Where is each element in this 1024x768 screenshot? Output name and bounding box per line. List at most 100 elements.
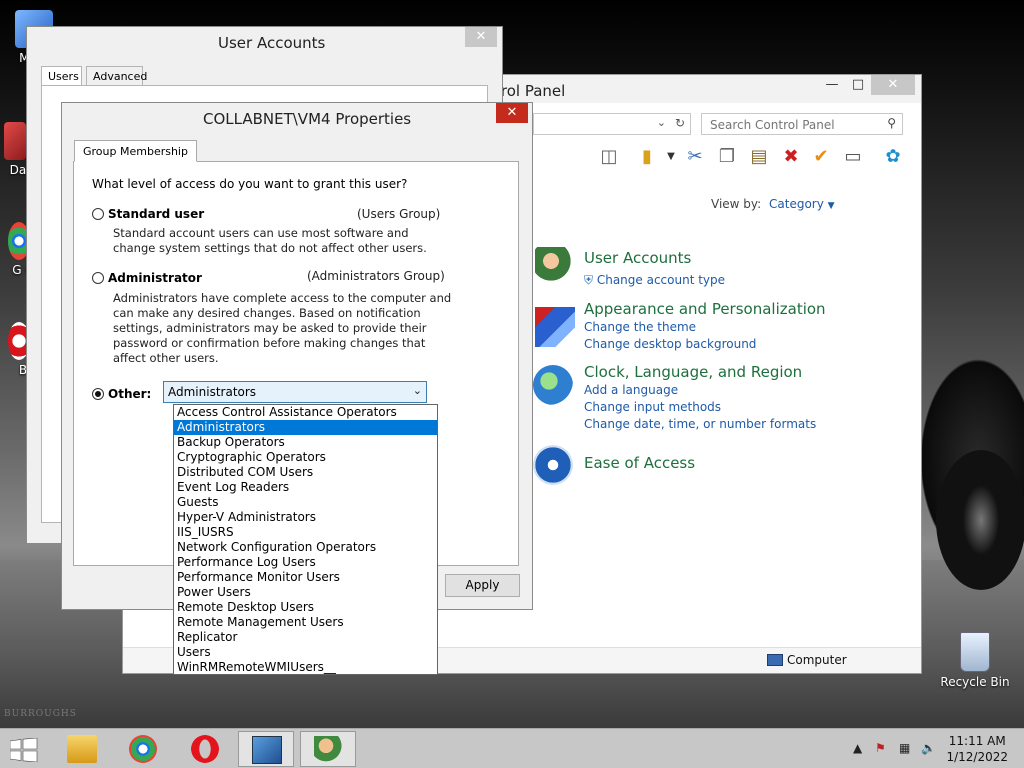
show-hidden-icons-icon[interactable]: ▲ <box>853 741 862 755</box>
refresh-icon[interactable]: ↻ <box>675 116 685 130</box>
administrator-group: (Administrators Group) <box>307 269 445 283</box>
link-change-date-time-formats[interactable]: Change date, time, or number formats <box>584 417 816 431</box>
dropdown-option[interactable]: Distributed COM Users <box>174 465 437 480</box>
chevron-down-icon[interactable]: ⌄ <box>413 384 422 397</box>
dropdown-option[interactable]: IIS_IUSRS <box>174 525 437 540</box>
search-icon[interactable]: ⚲ <box>887 116 896 130</box>
user-accounts-titlebar[interactable]: User Accounts ✕ <box>27 27 502 57</box>
standard-user-label[interactable]: Standard user <box>108 207 204 221</box>
dropdown-option[interactable]: Hyper-V Administrators <box>174 510 437 525</box>
user-accounts-icon <box>314 736 344 764</box>
properties-titlebar[interactable]: COLLABNET\VM4 Properties ✕ <box>62 103 532 133</box>
wallpaper-watermark: BURROUGHS <box>4 709 77 719</box>
category-clock-language-region[interactable]: Clock, Language, and Region <box>584 363 802 381</box>
taskbar-control-panel[interactable] <box>238 731 294 767</box>
search-input[interactable] <box>708 117 878 133</box>
dropdown-option[interactable]: Access Control Assistance Operators <box>174 405 437 420</box>
other-label[interactable]: Other: <box>108 387 151 401</box>
taskbar-chrome[interactable] <box>116 731 172 767</box>
taskbar: ▲ ⚑ ▦ 🔈 11:11 AM 1/12/2022 <box>0 728 1024 768</box>
action-center-flag-icon[interactable]: ⚑ <box>875 741 886 755</box>
start-button[interactable] <box>0 731 48 767</box>
dropdown-option[interactable]: Cryptographic Operators <box>174 450 437 465</box>
dropdown-option-selected[interactable]: Administrators <box>174 420 437 435</box>
dropdown-option[interactable]: Performance Log Users <box>174 555 437 570</box>
paste-icon[interactable]: ▤ <box>747 145 771 169</box>
dropdown-option[interactable]: Performance Monitor Users <box>174 570 437 585</box>
toolbar: ◫ ▮ ▼ ✂ ❐ ▤ ✖ ✔ ▭ ✿ <box>593 145 913 171</box>
control-panel-title: trol Panel <box>495 82 566 100</box>
link-change-theme[interactable]: Change the theme <box>584 320 696 334</box>
view-by-dropdown[interactable]: Category ▼ <box>769 197 835 211</box>
tab-users[interactable]: Users <box>41 66 82 87</box>
standard-user-group: (Users Group) <box>357 207 441 221</box>
dropdown-option[interactable]: Users <box>174 645 437 660</box>
dropdown-option[interactable]: Power Users <box>174 585 437 600</box>
layout-icon[interactable]: ◫ <box>597 145 621 169</box>
desktop-icon-recycle-bin[interactable]: Recycle Bin <box>935 632 1015 689</box>
category-ease-of-access[interactable]: Ease of Access <box>584 454 695 472</box>
status-location: Computer <box>787 653 847 667</box>
tab-advanced[interactable]: Advanced <box>86 66 147 86</box>
folder-icon[interactable]: ▮ <box>635 145 659 169</box>
clock-time: 11:11 AM <box>948 734 1006 748</box>
dropdown-option[interactable]: WinRMRemoteWMIUsers__ <box>174 660 437 675</box>
link-change-account-type[interactable]: ⛨ Change account type <box>584 273 725 288</box>
close-button[interactable]: ✕ <box>465 27 497 47</box>
control-panel-icon <box>252 736 282 764</box>
tab-group-membership[interactable]: Group Membership <box>74 140 197 162</box>
maximize-button[interactable]: □ <box>845 75 871 95</box>
chevron-down-icon[interactable]: ⌄ <box>657 116 666 129</box>
group-select[interactable]: Administrators ⌄ <box>163 381 427 403</box>
apply-button[interactable]: Apply <box>445 574 520 597</box>
user-accounts-icon[interactable] <box>535 247 575 287</box>
ease-of-access-icon[interactable] <box>533 445 573 485</box>
group-select-value: Administrators <box>168 385 257 399</box>
dropdown-option[interactable]: Replicator <box>174 630 437 645</box>
dropdown-option[interactable]: Event Log Readers <box>174 480 437 495</box>
link-change-input-methods[interactable]: Change input methods <box>584 400 721 414</box>
network-icon[interactable]: ▦ <box>899 741 910 755</box>
link-change-desktop-background[interactable]: Change desktop background <box>584 337 756 351</box>
close-button[interactable]: ✕ <box>496 103 528 123</box>
copy-icon[interactable]: ❐ <box>715 145 739 169</box>
chrome-icon <box>129 735 157 763</box>
chevron-down-icon: ▼ <box>827 201 835 211</box>
dropdown-option[interactable]: Guests <box>174 495 437 510</box>
taskbar-user-accounts[interactable] <box>300 731 356 767</box>
properties-icon[interactable]: ▭ <box>841 145 865 169</box>
administrator-description: Administrators have complete access to t… <box>113 291 452 365</box>
clock-date: 1/12/2022 <box>946 750 1008 764</box>
taskbar-file-explorer[interactable] <box>54 731 110 767</box>
radio-standard-user[interactable] <box>92 208 104 220</box>
clock-globe-icon[interactable] <box>533 365 573 405</box>
windows-logo-icon <box>10 738 38 762</box>
close-button[interactable]: ✕ <box>871 75 915 95</box>
volume-muted-icon[interactable]: 🔈 <box>921 741 936 755</box>
dropdown-option[interactable]: Backup Operators <box>174 435 437 450</box>
checkmark-icon[interactable]: ✔ <box>809 145 833 169</box>
system-clock[interactable]: 11:11 AM 1/12/2022 <box>946 733 1008 765</box>
shell-icon[interactable]: ✿ <box>881 145 905 169</box>
dropdown-option[interactable]: Remote Desktop Users <box>174 600 437 615</box>
dropdown-arrow-icon[interactable]: ▼ <box>659 145 683 169</box>
link-add-language[interactable]: Add a language <box>584 383 678 397</box>
radio-administrator[interactable] <box>92 272 104 284</box>
taskbar-opera[interactable] <box>178 731 234 767</box>
recycle-bin-icon <box>960 632 990 672</box>
category-appearance[interactable]: Appearance and Personalization <box>584 300 826 318</box>
car-wheel <box>936 450 1024 590</box>
address-bar[interactable]: ⌄ ↻ <box>533 113 691 135</box>
cut-icon[interactable]: ✂ <box>683 145 707 169</box>
opera-icon <box>191 735 219 763</box>
standard-user-description: Standard account users can use most soft… <box>113 226 427 255</box>
administrator-label[interactable]: Administrator <box>108 271 202 285</box>
minimize-button[interactable]: — <box>819 75 845 95</box>
appearance-icon[interactable] <box>535 307 575 347</box>
search-box[interactable]: ⚲ <box>701 113 903 135</box>
radio-other[interactable] <box>92 388 104 400</box>
dropdown-option[interactable]: Remote Management Users <box>174 615 437 630</box>
category-user-accounts[interactable]: User Accounts <box>584 249 691 267</box>
delete-icon[interactable]: ✖ <box>779 145 803 169</box>
dropdown-option[interactable]: Network Configuration Operators <box>174 540 437 555</box>
